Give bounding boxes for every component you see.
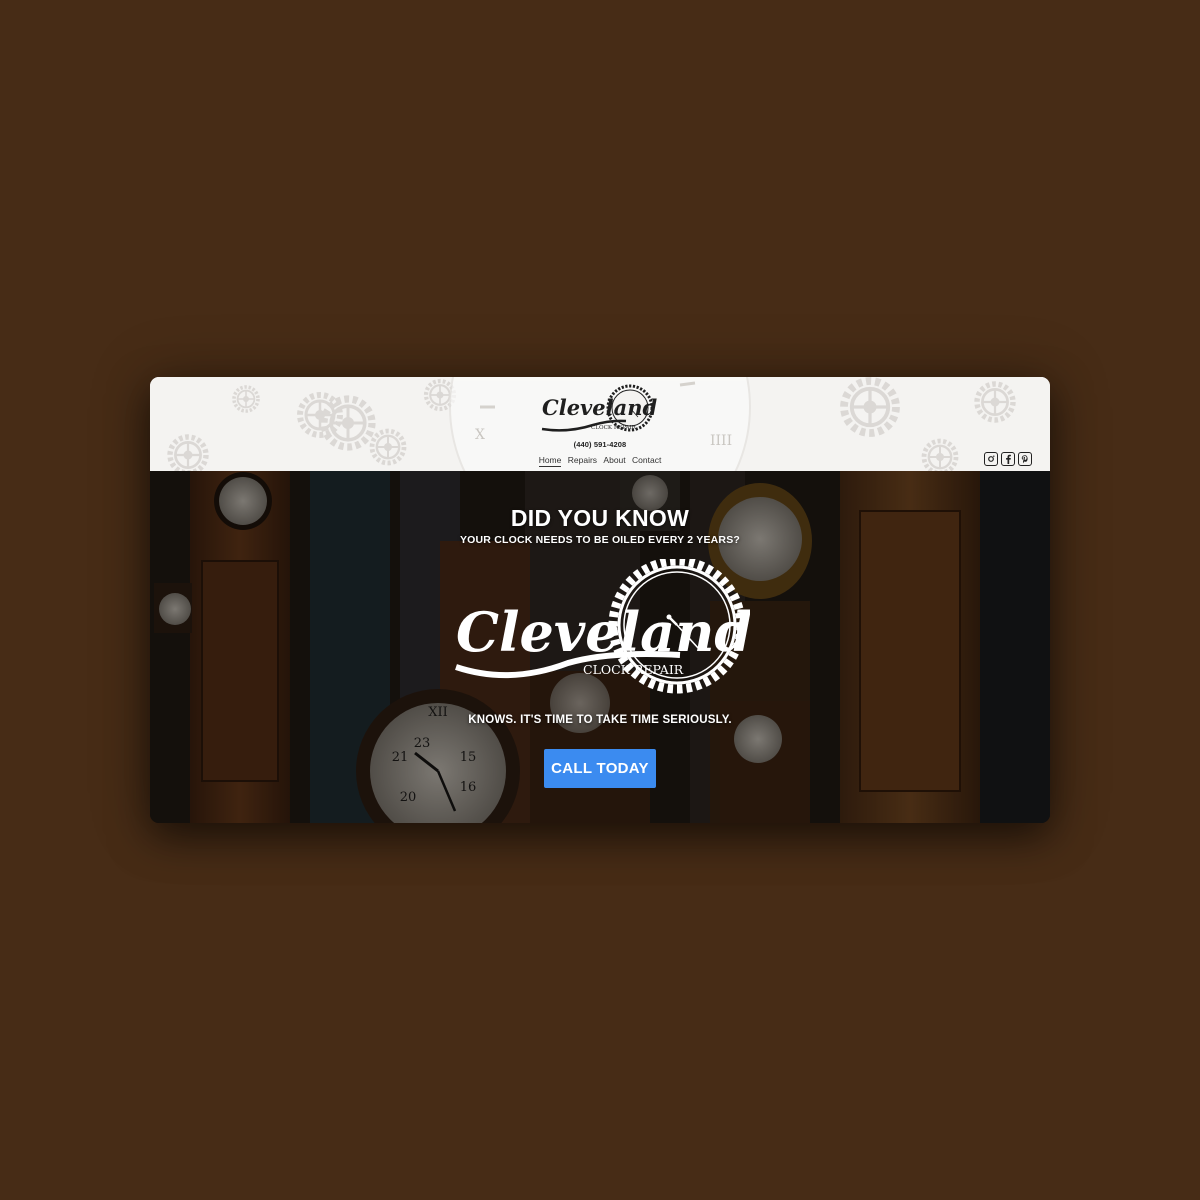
- hero-logo-sub: CLOCK REPAIR: [583, 662, 684, 677]
- header-logo-sub: CLOCK REPAIR: [591, 425, 637, 431]
- social-links: [984, 452, 1032, 466]
- nav-item-repairs[interactable]: Repairs: [568, 455, 597, 465]
- phone-number[interactable]: (440) 591-4208: [150, 440, 1050, 449]
- hero-logo-script: Cleveland: [456, 600, 750, 664]
- nav-item-about[interactable]: About: [603, 455, 625, 465]
- hero-heading: DID YOU KNOW: [510, 505, 690, 531]
- hero-tagline: KNOWS. IT'S TIME TO TAKE TIME SERIOUSLY.: [468, 714, 732, 726]
- facebook-icon[interactable]: [1001, 452, 1015, 466]
- hero-section: XII 21 15 20 16 23 DID YOU KNOW YOUR CLO…: [150, 471, 1050, 823]
- header-logo[interactable]: Cleveland CLOCK REPAIR: [538, 381, 662, 439]
- hero-subheading: YOUR CLOCK NEEDS TO BE OILED EVERY 2 YEA…: [459, 534, 741, 546]
- nav-item-home[interactable]: Home: [538, 455, 562, 467]
- hero-logo: Cleveland CLOCK REPAIR: [455, 559, 750, 694]
- site-header: X IIII Cleveland CLOCK REPAIR (440) 591-…: [150, 377, 1050, 471]
- main-nav: Home Repairs About Contact: [150, 455, 1050, 467]
- call-today-button[interactable]: CALL TODAY: [544, 749, 656, 788]
- pinterest-icon[interactable]: [1018, 452, 1032, 466]
- header-logo-script: Cleveland: [542, 395, 657, 420]
- nav-item-contact[interactable]: Contact: [632, 455, 661, 465]
- instagram-icon[interactable]: [984, 452, 998, 466]
- browser-window: X IIII Cleveland CLOCK REPAIR (440) 591-…: [150, 377, 1050, 823]
